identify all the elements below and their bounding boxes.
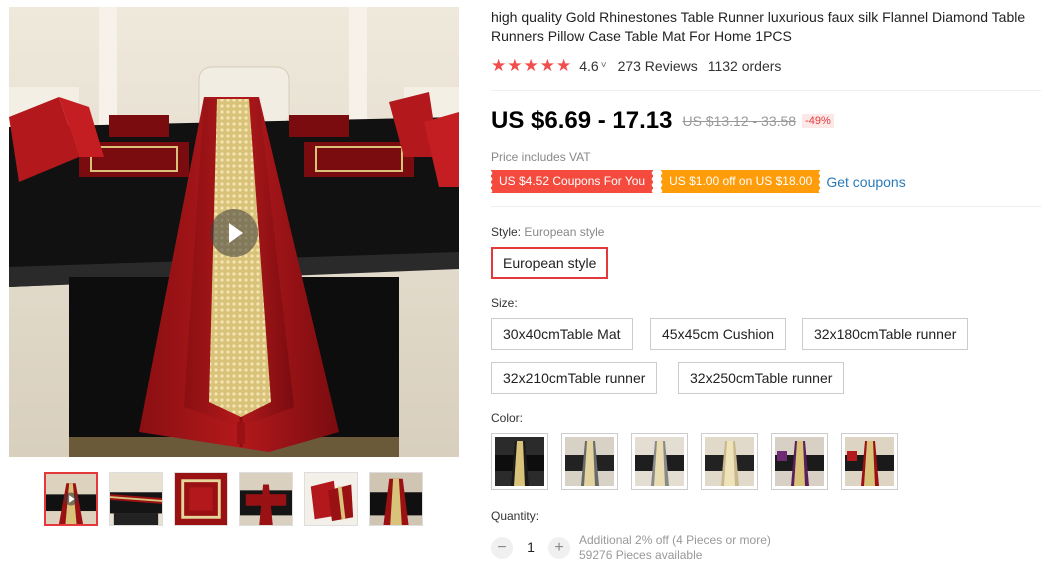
style-option-european[interactable]: European style (491, 247, 609, 279)
color-swatch-purple[interactable] (771, 433, 828, 490)
bulk-discount-note: Additional 2% off (4 Pieces or more) (579, 533, 771, 547)
quantity-label: Quantity: (491, 509, 540, 523)
coupon-row: US $4.52 Coupons For You US $1.00 off on… (489, 170, 906, 193)
play-video-button[interactable] (210, 209, 258, 257)
size-option-32x250[interactable]: 32x250cmTable runner (678, 362, 845, 394)
divider (491, 90, 1041, 91)
star-icon: ★ (539, 56, 555, 75)
stock-available: 59276 Pieces available (579, 548, 703, 561)
color-label: Color: (491, 411, 524, 425)
main-product-image[interactable] (9, 7, 459, 457)
star-icon: ★ (507, 56, 523, 75)
get-coupons-link[interactable]: Get coupons (826, 174, 905, 190)
chevron-down-icon[interactable]: ˅ (601, 60, 607, 71)
coupon-badge[interactable]: US $4.52 Coupons For You (489, 170, 654, 193)
star-icon: ★ (556, 56, 572, 75)
thumbnail-3[interactable] (174, 472, 228, 526)
vat-note: Price includes VAT (491, 150, 591, 164)
style-label-row: Style: European style (491, 225, 604, 239)
size-option-30x40[interactable]: 30x40cmTable Mat (491, 318, 633, 350)
style-label: Style: (491, 225, 522, 239)
quantity-increase-button[interactable]: + (548, 537, 570, 559)
thumbnail-6[interactable] (369, 472, 423, 526)
style-selected-value: European style (524, 225, 605, 239)
size-option-45x45[interactable]: 45x45cm Cushion (650, 318, 787, 350)
reviews-link[interactable]: 273 Reviews (618, 58, 698, 74)
store-discount-badge[interactable]: US $1.00 off on US $18.00 (660, 170, 821, 193)
quantity-note: Additional 2% off (4 Pieces or more) 592… (579, 533, 771, 561)
current-price: US $6.69 - 17.13 (491, 107, 673, 134)
quantity-input[interactable]: 1 (525, 539, 537, 555)
star-rating: ★ ★ ★ ★ ★ (491, 57, 571, 74)
thumbnail-5[interactable] (304, 472, 358, 526)
thumbnail-4[interactable] (239, 472, 293, 526)
quantity-decrease-button[interactable]: − (491, 537, 513, 559)
discount-badge: -49% (802, 114, 834, 128)
price-row: US $6.69 - 17.13 US $13.12 - 33.58 -49% (491, 107, 834, 135)
divider (491, 206, 1041, 207)
original-price: US $13.12 - 33.58 (682, 113, 797, 129)
thumbnail-2[interactable] (109, 472, 163, 526)
size-option-32x180[interactable]: 32x180cmTable runner (802, 318, 969, 350)
color-swatch-beige[interactable] (701, 433, 758, 490)
rating-row: ★ ★ ★ ★ ★ 4.6 ˅ 273 Reviews 1132 orders (491, 57, 781, 74)
color-swatch-black[interactable] (491, 433, 548, 490)
product-title: high quality Gold Rhinestones Table Runn… (491, 9, 1026, 44)
rating-value[interactable]: 4.6 (579, 58, 598, 74)
thumbnail-strip (44, 472, 423, 526)
thumbnail-1[interactable] (44, 472, 98, 526)
orders-count: 1132 orders (707, 57, 782, 74)
star-icon: ★ (523, 56, 539, 75)
color-swatch-red[interactable] (841, 433, 898, 490)
size-option-32x210[interactable]: 32x210cmTable runner (491, 362, 658, 394)
size-label: Size: (491, 296, 518, 310)
color-swatch-grey[interactable] (561, 433, 618, 490)
color-swatch-grey-2[interactable] (631, 433, 688, 490)
star-icon: ★ (491, 56, 507, 75)
